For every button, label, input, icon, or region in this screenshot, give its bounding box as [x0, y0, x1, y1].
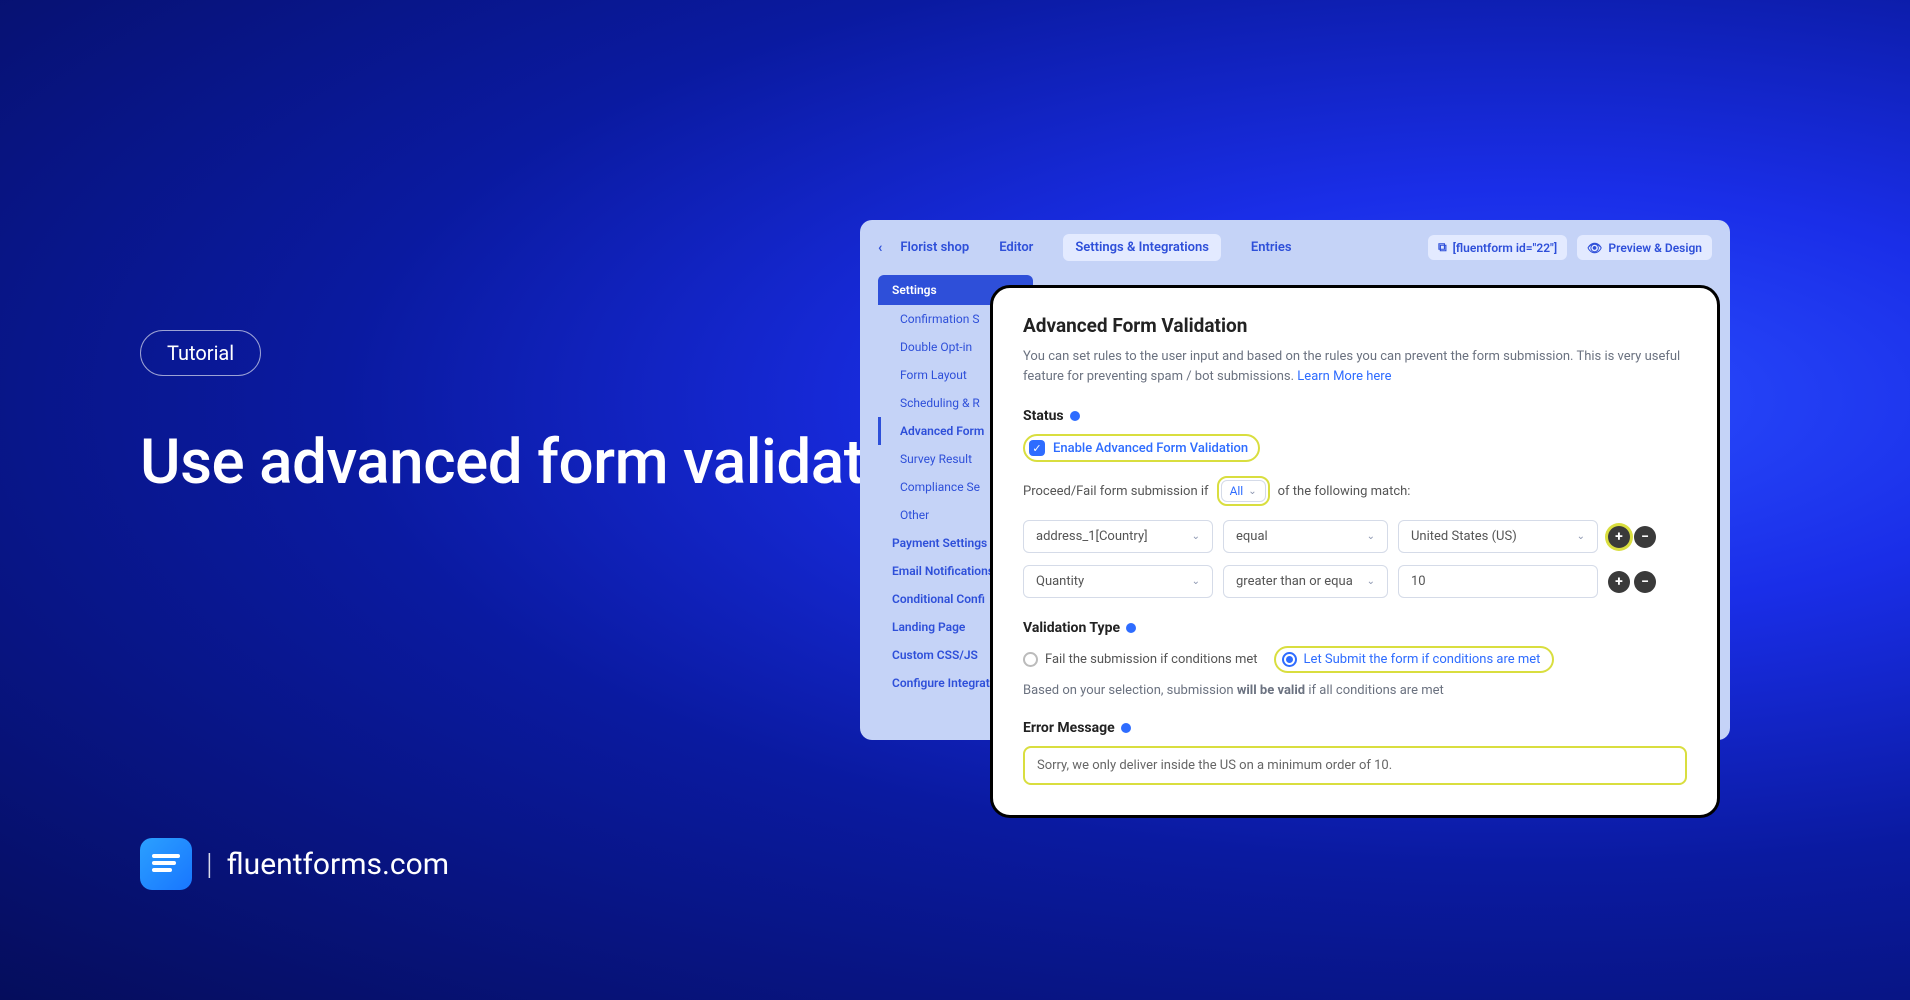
- rule-operator-select[interactable]: equal⌄: [1223, 520, 1388, 553]
- rule-field-select[interactable]: address_1[Country]⌄: [1023, 520, 1213, 553]
- rule-value-input[interactable]: 10: [1398, 565, 1598, 598]
- brand-logo-icon: [140, 838, 192, 890]
- rule-row: address_1[Country]⌄ equal⌄ United States…: [1023, 520, 1687, 553]
- advanced-validation-panel: Advanced Form Validation You can set rul…: [990, 285, 1720, 818]
- panel-title: Advanced Form Validation: [1023, 314, 1687, 337]
- match-mode-select[interactable]: All ⌄: [1221, 480, 1266, 502]
- rule-operator-select[interactable]: greater than or equa⌄: [1223, 565, 1388, 598]
- match-prefix: Proceed/Fail form submission if: [1023, 484, 1209, 499]
- info-icon[interactable]: [1121, 723, 1131, 733]
- back-arrow-icon[interactable]: ‹: [878, 240, 882, 256]
- rule-row: Quantity⌄ greater than or equa⌄ 10 + −: [1023, 565, 1687, 598]
- validation-type-label: Validation Type: [1023, 620, 1687, 636]
- match-suffix: of the following match:: [1278, 484, 1411, 499]
- validation-helper-text: Based on your selection, submission will…: [1023, 683, 1687, 698]
- radio-fail-submission[interactable]: Fail the submission if conditions met: [1023, 652, 1258, 667]
- chevron-down-icon: ⌄: [1367, 576, 1375, 587]
- radio-icon: [1023, 652, 1038, 667]
- chevron-down-icon: ⌄: [1367, 531, 1375, 542]
- remove-rule-button[interactable]: −: [1634, 526, 1656, 548]
- radio-let-submit[interactable]: Let Submit the form if conditions are me…: [1274, 646, 1555, 673]
- info-icon[interactable]: [1126, 623, 1136, 633]
- tab-settings-integrations[interactable]: Settings & Integrations: [1063, 234, 1221, 261]
- error-message-label: Error Message: [1023, 720, 1687, 736]
- footer-divider: |: [206, 847, 213, 882]
- shortcode-button[interactable]: ⧉ [fluentform id="22"]: [1428, 235, 1567, 260]
- chevron-down-icon: ⌄: [1192, 576, 1200, 587]
- chevron-down-icon: ⌄: [1192, 531, 1200, 542]
- rule-value-select[interactable]: United States (US)⌄: [1398, 520, 1598, 553]
- learn-more-link[interactable]: Learn More here: [1297, 369, 1391, 384]
- tab-entries[interactable]: Entries: [1239, 234, 1304, 261]
- chevron-down-icon: ⌄: [1577, 531, 1585, 542]
- form-name[interactable]: Florist shop: [900, 240, 969, 255]
- status-label: Status: [1023, 408, 1687, 424]
- chevron-down-icon: ⌄: [1248, 486, 1256, 497]
- tutorial-badge: Tutorial: [140, 330, 261, 376]
- footer-domain: fluentforms.com: [227, 847, 449, 882]
- tab-editor[interactable]: Editor: [987, 234, 1045, 261]
- remove-rule-button[interactable]: −: [1634, 571, 1656, 593]
- radio-icon: [1282, 652, 1297, 667]
- preview-design-button[interactable]: 👁 Preview & Design: [1577, 235, 1712, 260]
- bracket-icon: ⧉: [1438, 240, 1447, 255]
- eye-icon: 👁: [1587, 241, 1602, 255]
- add-rule-button[interactable]: +: [1608, 571, 1630, 593]
- panel-description: You can set rules to the user input and …: [1023, 347, 1687, 386]
- rule-field-select[interactable]: Quantity⌄: [1023, 565, 1213, 598]
- checkbox-icon: ✓: [1029, 440, 1045, 456]
- error-message-input[interactable]: Sorry, we only deliver inside the US on …: [1023, 746, 1687, 785]
- add-rule-button[interactable]: +: [1608, 526, 1630, 548]
- enable-validation-checkbox[interactable]: ✓ Enable Advanced Form Validation: [1023, 434, 1260, 462]
- info-icon[interactable]: [1070, 411, 1080, 421]
